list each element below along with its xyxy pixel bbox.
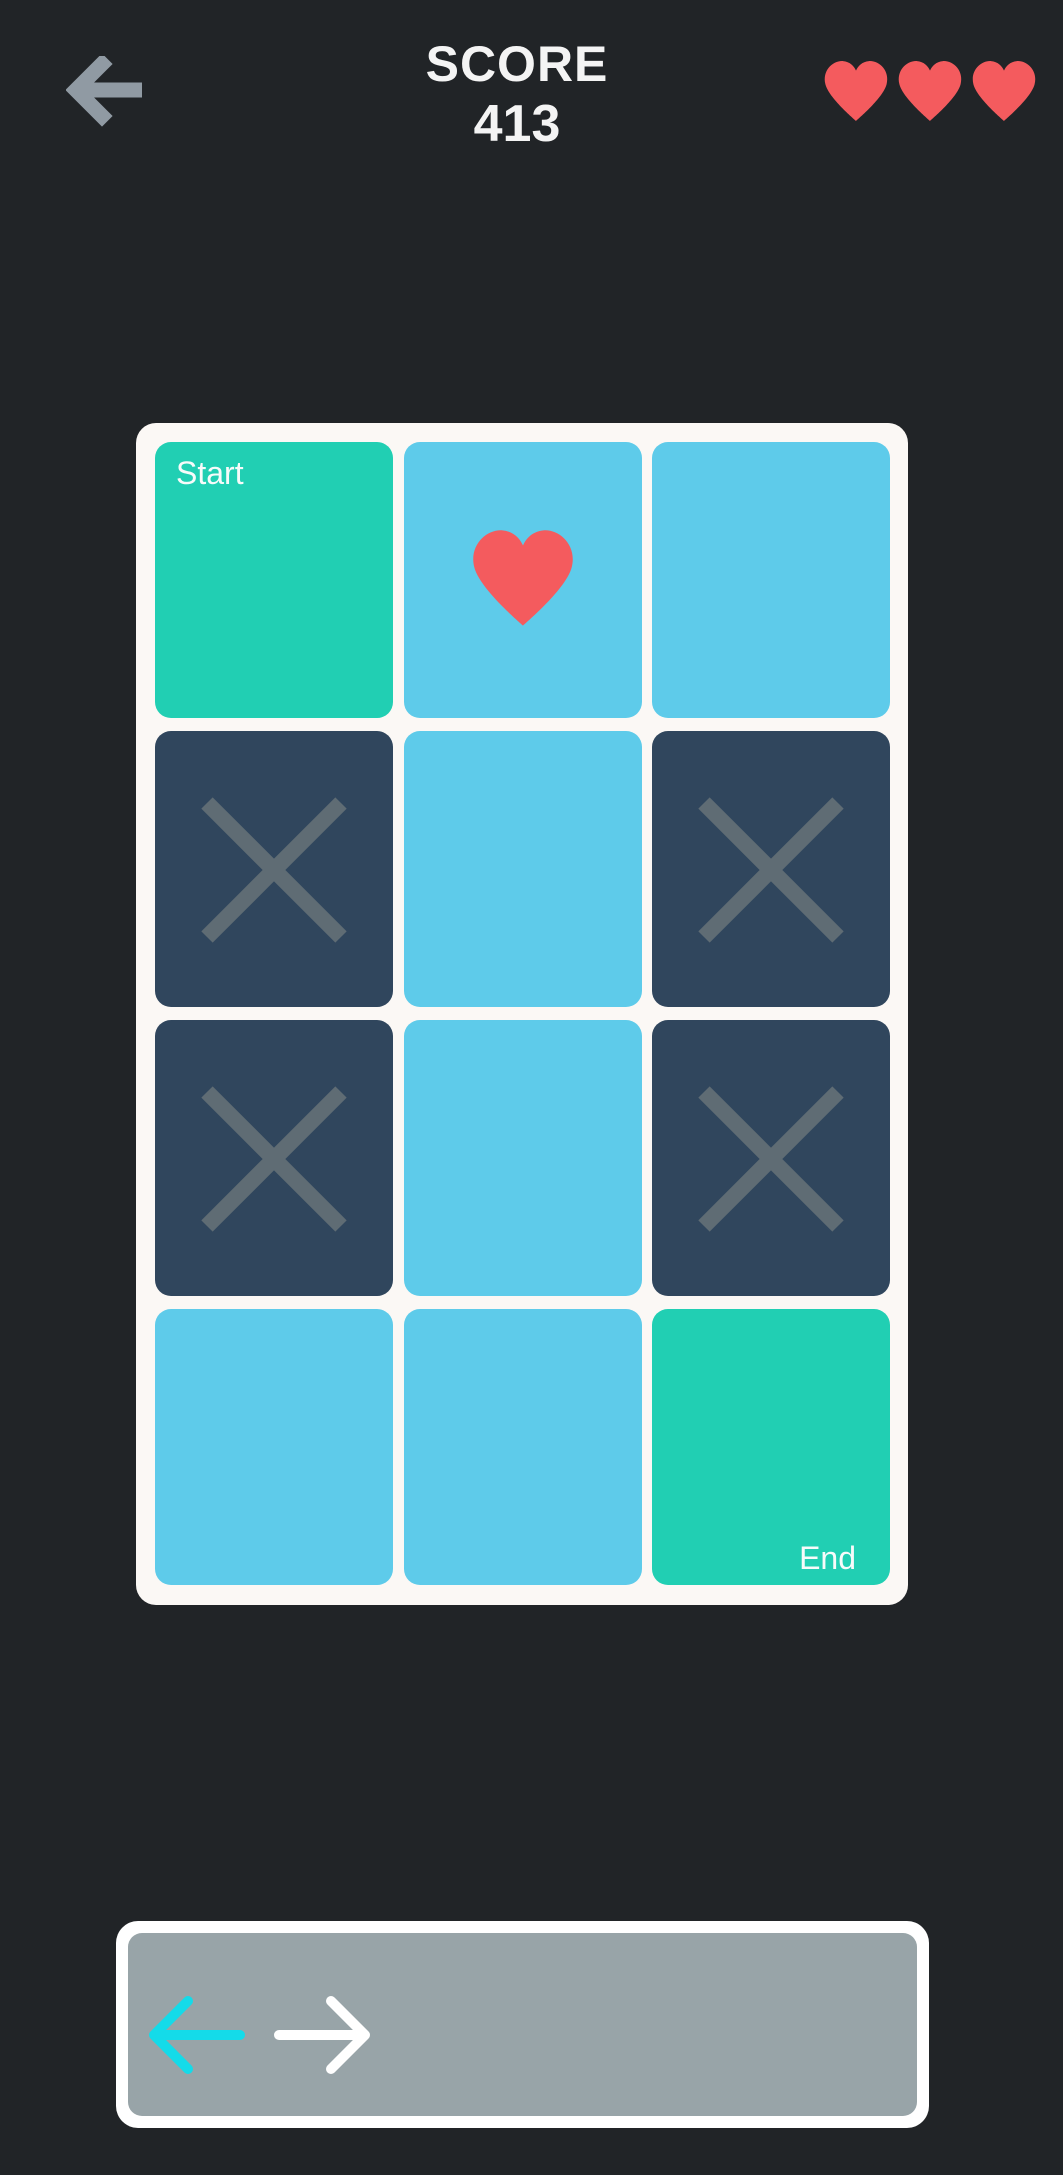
path-tile[interactable] xyxy=(155,1309,393,1585)
heart-icon xyxy=(898,61,962,121)
path-tile[interactable] xyxy=(404,1309,642,1585)
score-label: SCORE xyxy=(425,36,609,92)
back-button[interactable] xyxy=(65,53,144,132)
arrow-left-icon xyxy=(65,53,144,127)
lives-indicator xyxy=(822,58,1040,128)
blocked-tile[interactable] xyxy=(155,731,393,1007)
x-icon xyxy=(201,797,347,943)
blocked-tile[interactable] xyxy=(155,1020,393,1296)
score-value: 413 xyxy=(473,95,561,153)
heart-icon xyxy=(473,530,573,626)
x-icon xyxy=(698,797,844,943)
move-sequence-track xyxy=(128,1933,917,2116)
score-display: SCORE 413 xyxy=(331,34,703,154)
blocked-tile[interactable] xyxy=(652,1020,890,1296)
end-tile[interactable]: End xyxy=(652,1309,890,1585)
x-icon xyxy=(201,1086,347,1232)
path-tile[interactable] xyxy=(652,442,890,718)
path-tile[interactable] xyxy=(404,1020,642,1296)
end-label: End xyxy=(799,1540,856,1576)
start-tile[interactable]: Start xyxy=(155,442,393,718)
arrow-right-icon[interactable] xyxy=(273,1992,375,2078)
game-board: Start End xyxy=(136,423,908,1605)
heart-icon xyxy=(824,61,888,121)
heart-icon xyxy=(972,61,1036,121)
path-tile[interactable] xyxy=(404,731,642,1007)
start-label: Start xyxy=(176,455,244,491)
heart-tile[interactable] xyxy=(404,442,642,718)
arrow-left-icon[interactable] xyxy=(144,1992,246,2078)
x-icon xyxy=(698,1086,844,1232)
move-sequence-panel[interactable] xyxy=(116,1921,929,2128)
blocked-tile[interactable] xyxy=(652,731,890,1007)
